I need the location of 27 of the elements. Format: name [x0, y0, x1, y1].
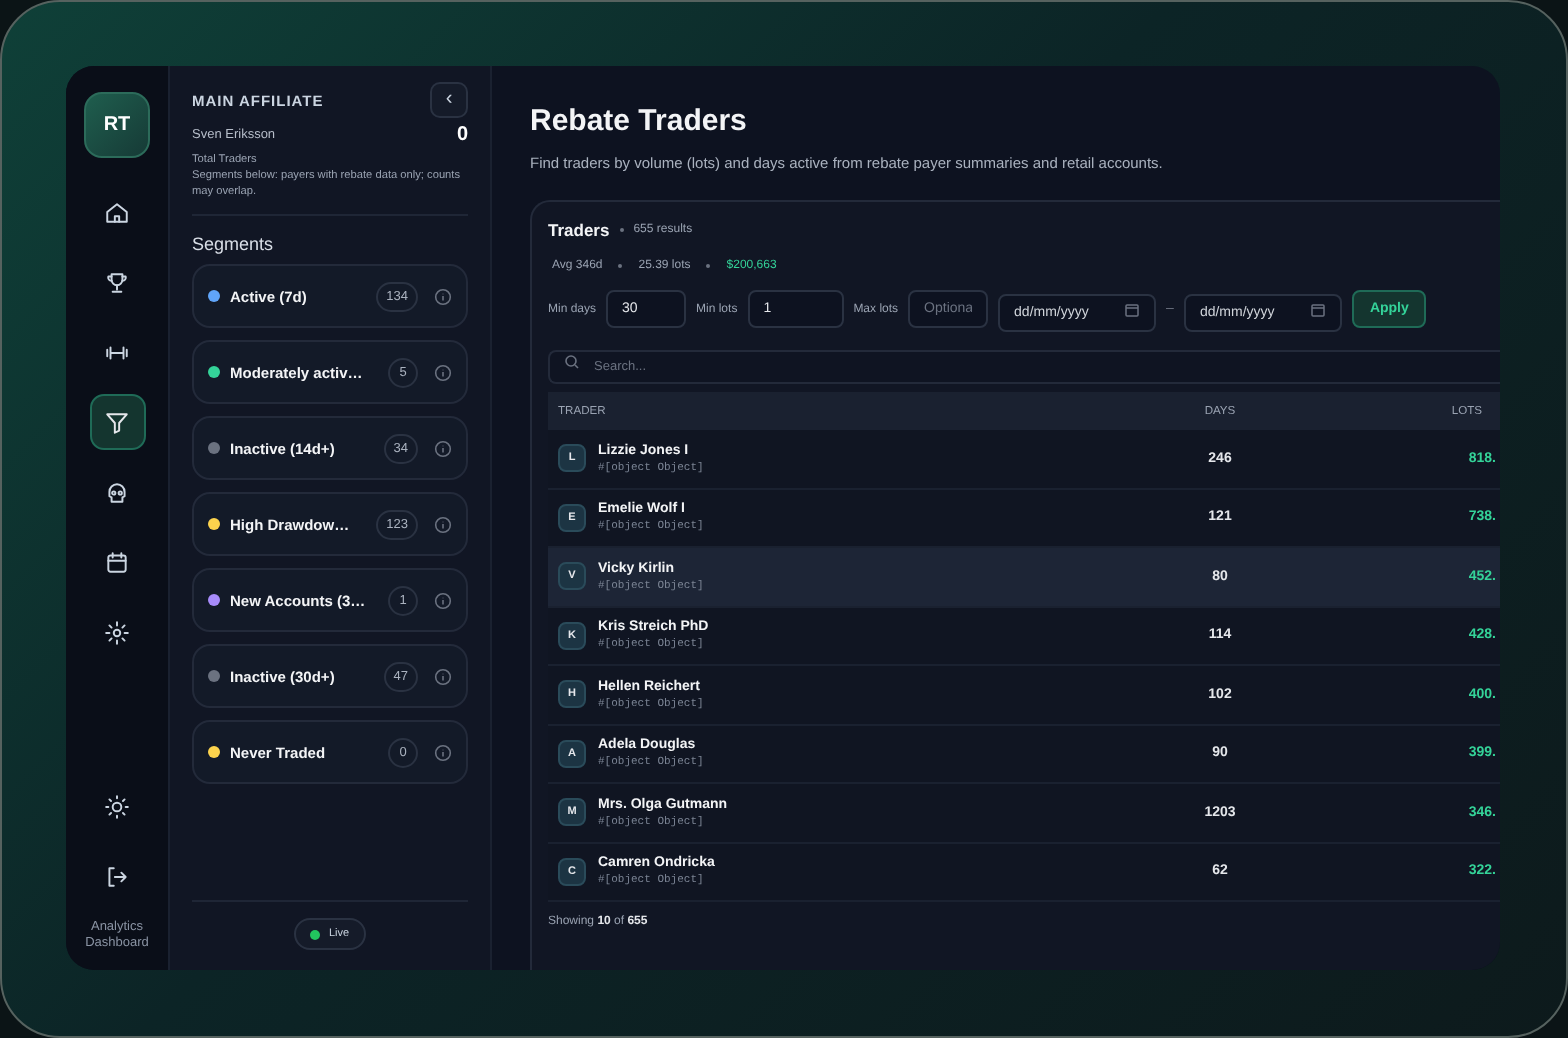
filter-icon: [104, 409, 130, 435]
logo: RT: [84, 92, 150, 158]
separator-dot: [619, 228, 624, 232]
info-icon[interactable]: [434, 363, 452, 382]
logout-icon: [104, 864, 130, 891]
calendar-icon[interactable]: [1309, 301, 1326, 317]
info-icon[interactable]: [434, 287, 452, 306]
card-title: Traders: [548, 220, 610, 240]
calendar-icon[interactable]: [1124, 301, 1141, 317]
info-icon[interactable]: [434, 439, 452, 458]
skull-icon: [104, 479, 130, 505]
info-icon[interactable]: [434, 667, 452, 686]
filter-nav-button[interactable]: [89, 394, 145, 450]
calendar-icon: [104, 549, 130, 575]
separator-dot: [618, 264, 623, 268]
sun-icon: [104, 794, 130, 821]
info-icon[interactable]: [434, 515, 452, 534]
info-icon[interactable]: [434, 591, 452, 610]
trophy-icon: [104, 269, 130, 295]
total-count: 0: [456, 124, 468, 146]
info-icon[interactable]: [434, 743, 452, 762]
page-title: Rebate Traders: [530, 104, 749, 138]
separator-dot: [706, 264, 711, 268]
search-icon: [564, 353, 580, 369]
collapse-button[interactable]: ‹: [430, 82, 468, 118]
home-icon: [104, 199, 130, 225]
segments-heading: Segments: [192, 234, 276, 255]
